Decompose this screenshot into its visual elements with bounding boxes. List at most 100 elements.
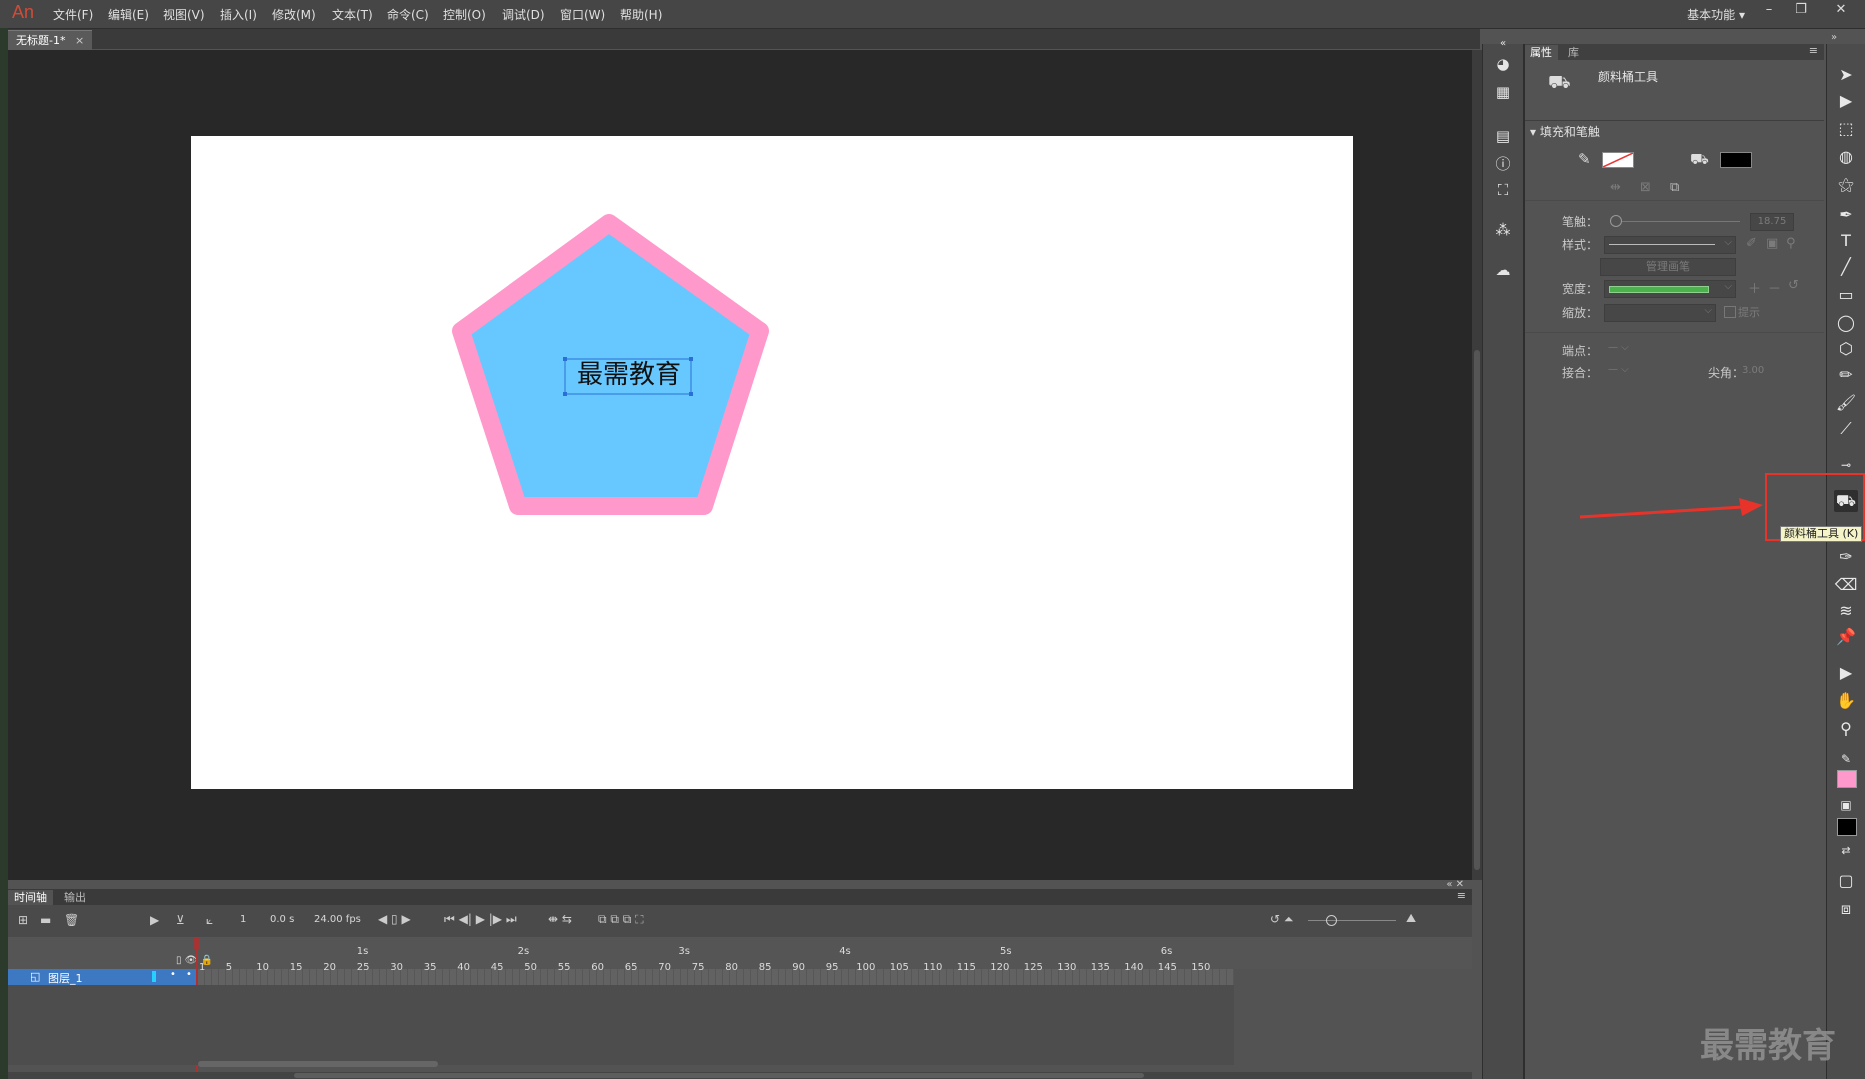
- info-icon[interactable]: ⓘ: [1493, 154, 1513, 174]
- loop-icon[interactable]: ⇼ ⇆: [548, 912, 572, 926]
- object-drawing-icon[interactable]: ▢: [1834, 870, 1858, 892]
- hand-tool-icon[interactable]: ✋: [1834, 690, 1858, 712]
- new-layer-icon[interactable]: ⊞: [18, 913, 28, 927]
- stroke-slider-handle[interactable]: [1610, 215, 1622, 227]
- layer-row[interactable]: ◱ 图层_1 • •: [8, 969, 196, 985]
- panel-menu-icon[interactable]: ≡: [1809, 44, 1818, 57]
- tab-output[interactable]: 输出: [58, 890, 92, 905]
- free-transform-tool-icon[interactable]: ⬚: [1834, 118, 1858, 140]
- selection-handle[interactable]: [689, 392, 693, 396]
- current-frame[interactable]: 1: [240, 914, 246, 925]
- brush-tool-icon[interactable]: ⟋: [1834, 418, 1858, 440]
- components-icon[interactable]: ⁂: [1493, 220, 1513, 240]
- layer-visibility-dot[interactable]: •: [170, 969, 176, 980]
- onion-skin-icons[interactable]: ⧉ ⧉ ⧉ ⛶: [598, 912, 644, 927]
- minimize-icon[interactable]: –: [1758, 2, 1780, 22]
- tab-close-icon[interactable]: ×: [75, 34, 84, 47]
- workspace-switcher[interactable]: 基本功能 ▾: [1687, 6, 1745, 23]
- menu-help[interactable]: 帮助(H): [620, 6, 662, 23]
- layer-lock-dot[interactable]: •: [186, 969, 192, 980]
- layer-name[interactable]: 图层_1: [48, 970, 83, 986]
- camera-tool-icon[interactable]: ▶: [1834, 662, 1858, 684]
- stroke-color-swatch-tool[interactable]: [1837, 770, 1857, 788]
- stroke-color-swatch[interactable]: [1602, 152, 1634, 168]
- menu-debug[interactable]: 调试(D): [502, 6, 545, 23]
- align-icon[interactable]: ▤: [1493, 126, 1513, 146]
- fill-color-swatch[interactable]: [1720, 152, 1752, 168]
- menu-text[interactable]: 文本(T): [332, 6, 373, 23]
- oval-tool-icon[interactable]: ◯: [1834, 312, 1858, 334]
- stage-vertical-scrollbar[interactable]: [1472, 50, 1482, 880]
- style-dropdown[interactable]: ⌵: [1604, 236, 1736, 254]
- width-profile-dropdown[interactable]: ⌵: [1604, 280, 1736, 298]
- line-tool-icon[interactable]: ╱: [1834, 256, 1858, 278]
- menu-view[interactable]: 视图(V): [163, 6, 205, 23]
- fill-color-swatch-tool[interactable]: [1837, 818, 1857, 836]
- selection-handle[interactable]: [563, 392, 567, 396]
- timeline-horizontal-scrollbar[interactable]: [198, 1061, 438, 1067]
- outline-toggle-icon[interactable]: ▯ 👁 🔒: [176, 955, 213, 966]
- swap-colors-icon[interactable]: ⇹: [1610, 180, 1621, 195]
- swap-colors-tool-icon[interactable]: ⇄: [1834, 840, 1858, 862]
- snap-icon[interactable]: ⧈: [1834, 898, 1858, 920]
- frame-track[interactable]: [198, 969, 1234, 985]
- restore-icon[interactable]: ❐: [1790, 2, 1812, 22]
- menu-commands[interactable]: 命令(C): [387, 6, 429, 23]
- stroke-slider-track[interactable]: [1610, 221, 1740, 222]
- frame-size-slider-handle[interactable]: [1326, 915, 1337, 926]
- tab-library[interactable]: 库: [1562, 45, 1585, 60]
- menu-window[interactable]: 窗口(W): [560, 6, 605, 23]
- polystar-tool-icon[interactable]: ⬡: [1834, 338, 1858, 360]
- close-icon[interactable]: ✕: [1830, 2, 1852, 22]
- pen-tool-icon[interactable]: ✒: [1834, 204, 1858, 226]
- new-folder-icon[interactable]: ▬: [40, 913, 51, 927]
- layer-color-indicator[interactable]: [152, 971, 156, 982]
- selection-tool-icon[interactable]: ➤: [1834, 64, 1858, 86]
- 3d-rotation-tool-icon[interactable]: ◍: [1834, 146, 1858, 168]
- tab-properties[interactable]: 属性: [1524, 45, 1558, 60]
- rectangle-tool-icon[interactable]: ▭: [1834, 284, 1858, 306]
- edit-stroke-style-icon[interactable]: ✐: [1746, 236, 1757, 251]
- cc-libraries-icon[interactable]: ☁: [1493, 260, 1513, 280]
- timeline-menu-icon[interactable]: ≡: [1457, 889, 1466, 902]
- pin-tool-icon[interactable]: 📌: [1834, 626, 1858, 648]
- stroke-options-icon[interactable]: ⚲: [1786, 236, 1796, 251]
- join-dropdown[interactable]: — ⌵: [1608, 364, 1629, 375]
- document-tab[interactable]: 无标题-1* ×: [8, 30, 93, 50]
- menu-edit[interactable]: 编辑(E): [108, 6, 149, 23]
- collapse-left-icon[interactable]: «: [1493, 34, 1513, 54]
- center-frame-icon[interactable]: ↺ ⏶: [1270, 912, 1293, 927]
- frame-size-slider[interactable]: [1308, 920, 1396, 921]
- no-color-icon[interactable]: ⊠: [1640, 180, 1651, 195]
- add-width-icon[interactable]: ＋: [1748, 278, 1761, 297]
- layer-parenting-icon[interactable]: ⊻: [176, 913, 185, 927]
- tab-timeline[interactable]: 时间轴: [8, 890, 53, 905]
- paint-brush-tool-icon[interactable]: 🖌: [1834, 392, 1858, 414]
- transform-icon[interactable]: ⛶: [1493, 180, 1513, 200]
- manage-brush-button[interactable]: 管理画笔: [1600, 258, 1736, 276]
- stroke-value-field[interactable]: 18.75: [1750, 213, 1794, 231]
- camera-layer-icon[interactable]: ▶: [150, 913, 159, 927]
- eraser-tool-icon[interactable]: ⌫: [1834, 574, 1858, 596]
- hint-checkbox[interactable]: [1724, 306, 1736, 318]
- scale-dropdown[interactable]: ⌵: [1604, 304, 1716, 322]
- menu-file[interactable]: 文件(F): [53, 6, 93, 23]
- menu-insert[interactable]: 插入(I): [220, 6, 257, 23]
- playhead-handle[interactable]: [194, 937, 200, 949]
- remove-width-icon[interactable]: －: [1768, 278, 1781, 297]
- expand-tools-icon[interactable]: »: [1831, 32, 1837, 43]
- playhead-controls[interactable]: ◀ ▯ ▶: [378, 912, 411, 926]
- swatches-icon[interactable]: ▦: [1493, 82, 1513, 102]
- graph-icon[interactable]: ⟀: [206, 913, 213, 928]
- subselection-tool-icon[interactable]: ▶: [1834, 90, 1858, 112]
- menu-control[interactable]: 控制(O): [443, 6, 486, 23]
- mountain-zoom-icon[interactable]: ⛰: [1406, 911, 1416, 926]
- section-fill-stroke[interactable]: ▾ 填充和笔触: [1530, 123, 1600, 140]
- stage-canvas[interactable]: 最需教育: [191, 136, 1353, 789]
- zoom-tool-icon[interactable]: ⚲: [1834, 718, 1858, 740]
- miter-value[interactable]: 3.00: [1742, 365, 1764, 376]
- default-colors-icon[interactable]: ⧉: [1670, 180, 1679, 195]
- playback-controls[interactable]: ⏮ ◀| ▶ |▶ ⏭: [444, 912, 517, 927]
- elapsed-time[interactable]: 0.0 s: [270, 914, 294, 925]
- text-tool-icon[interactable]: T: [1834, 230, 1858, 252]
